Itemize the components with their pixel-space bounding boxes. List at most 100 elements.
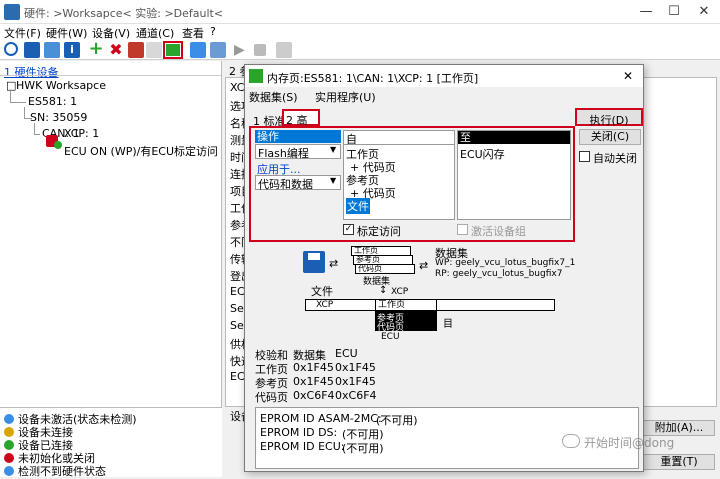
tool-icon[interactable] <box>128 42 144 58</box>
ecu-label: ECU <box>381 332 400 342</box>
connected-icon <box>4 440 14 450</box>
search-icon[interactable] <box>4 42 18 56</box>
checksum-header: ECU <box>335 347 358 360</box>
checksum-cell: 0x1F45 <box>293 375 334 388</box>
menu-help[interactable]: ? <box>210 25 216 38</box>
menu-bar: 文件(F) 硬件(W) 设备(V) 通道(C) 查看 ? <box>0 24 720 40</box>
checksum-cell: 0x1F45 <box>335 375 376 388</box>
diagram-wp: WP: geely_vcu_lotus_bugfix7_1 <box>435 258 576 268</box>
not-connected-icon <box>4 427 14 437</box>
target-list[interactable]: 至 ECU闪存 <box>457 130 571 220</box>
app-icon <box>4 4 20 20</box>
checksum-cell: 0xC6F4 <box>293 389 335 402</box>
toolbar: i + ✖ ▶ <box>0 40 720 60</box>
eprom-value: (不可用) <box>342 442 384 455</box>
info-icon[interactable]: i <box>64 42 80 58</box>
menu-hardware[interactable]: 硬件(W) <box>46 25 87 41</box>
source-item-selected[interactable]: 文件 <box>346 198 370 214</box>
checksum-cell: 0xC6F4 <box>335 389 377 402</box>
window-title: 硬件: >Worksapce< 实验: >Default< <box>24 7 224 20</box>
tree-item-workspace[interactable]: HWK Worksapce <box>16 79 106 92</box>
eprom-id-box: EPROM ID ASAM-2MC: (不可用) EPROM ID DS: (不… <box>255 407 639 469</box>
floppy-disk-icon <box>303 251 325 273</box>
operation-header: 操作 <box>255 130 341 143</box>
config-icon[interactable] <box>146 42 162 58</box>
play-icon[interactable]: ▶ <box>234 42 250 58</box>
dialog-menu-dataset[interactable]: 数据集(S) <box>249 89 298 105</box>
delete-icon[interactable]: ✖ <box>108 42 124 58</box>
stop-icon[interactable] <box>254 44 266 56</box>
watermark: 开始时间@dong <box>584 436 675 450</box>
advanced-panel: 操作 Flash编程 ▼ 应用于... 代码和数据 ▼ 自 工作页 + 代码页 … <box>249 126 575 242</box>
target-header: 至 <box>458 131 570 144</box>
dialog-titlebar: 内存页:ES581: 1\CAN: 1\XCP: 1 [工作页] ✕ <box>245 65 643 87</box>
tree-item-ecu-on[interactable]: ECU ON (WP)/有ECU标定访问 <box>64 143 218 159</box>
checksum-cell: 0x1F45 <box>293 361 334 374</box>
close-button[interactable]: ✕ <box>690 2 718 22</box>
wechat-icon <box>562 434 580 448</box>
monitor-icon[interactable] <box>190 42 206 58</box>
diagram-updown: ↕ <box>379 285 388 296</box>
reset-button[interactable]: 重置(T) <box>643 454 715 470</box>
inactive-icon <box>4 414 14 424</box>
activate-group-checkbox[interactable] <box>457 224 468 235</box>
wand-icon[interactable] <box>276 42 292 58</box>
execute-button[interactable]: 执行(D) <box>575 108 643 127</box>
dialog-close-button[interactable]: 关闭(C) <box>579 129 641 145</box>
tree-root-bullet: □ <box>6 79 17 92</box>
window-titlebar: 硬件: >Worksapce< 实验: >Default< — ☐ ✕ <box>0 0 720 24</box>
auto-close-checkbox[interactable] <box>579 151 590 162</box>
diagram-arrow-right: ⇄ <box>419 259 429 272</box>
data-type-select[interactable]: 代码和数据 ▼ <box>255 175 341 191</box>
diagram-file-label: 文件 <box>311 285 333 298</box>
dialog-menu-utilities[interactable]: 实用程序(U) <box>315 89 376 105</box>
hardware-pane: 1 硬件设备 □ HWK Worksapce ES581: 1 SN: 3505… <box>0 61 222 407</box>
uninitialized-icon <box>4 453 14 463</box>
calib-access-checkbox[interactable]: ✓ <box>343 224 354 235</box>
chevron-down-icon: ▼ <box>330 145 337 154</box>
diagram-side-mark: 目 <box>443 319 453 330</box>
maximize-button[interactable]: ☐ <box>660 2 688 22</box>
add-icon[interactable]: + <box>88 40 104 58</box>
network-icon[interactable] <box>210 42 226 58</box>
tab-advanced[interactable]: 2 高级 <box>282 109 320 143</box>
hardware-pane-title[interactable]: 1 硬件设备 <box>4 64 59 80</box>
diagram-arrow: ⇄ <box>329 257 339 270</box>
status-legend: 设备未激活(状态未检测) 设备未连接 设备已连接 未初始化或关闭 检测不到硬件状… <box>0 407 222 478</box>
disk-icon[interactable] <box>44 42 60 58</box>
checksum-cell: 0x1F45 <box>335 361 376 374</box>
tree-item-es581[interactable]: ES581: 1 <box>28 95 77 108</box>
source-list[interactable]: 自 工作页 + 代码页 参考页 + 代码页 文件 <box>343 130 455 220</box>
stack-code-page: 代码页 <box>355 264 415 274</box>
memory-page-icon <box>249 69 263 83</box>
eprom-label: EPROM ID ASAM-2MC: <box>260 412 382 425</box>
menu-channel[interactable]: 通道(C) <box>136 25 174 41</box>
power-icon[interactable] <box>24 42 40 58</box>
ecu-block: 参考页 代码页 <box>375 311 437 333</box>
checksum-table: 校验和 数据集 ECU 工作页 0x1F45 0x1F45 参考页 0x1F45… <box>255 347 455 404</box>
ecu-work-page: 工作页 <box>375 299 437 311</box>
minimize-button[interactable]: — <box>632 2 660 22</box>
undetectable-icon <box>4 466 14 476</box>
eprom-label: EPROM ID DS: <box>260 426 338 439</box>
auto-close-label: 自动关闭 <box>593 152 637 165</box>
diagram-xcp-small: XCP <box>391 287 409 297</box>
tree-item-sn[interactable]: SN: 35059 <box>30 111 87 124</box>
menu-view[interactable]: 查看 <box>182 25 204 41</box>
operation-select[interactable]: Flash编程 ▼ <box>255 144 341 160</box>
dialog-title: 内存页:ES581: 1\CAN: 1\XCP: 1 [工作页] <box>267 72 479 85</box>
tree-item-xcp[interactable]: XCP: 1 <box>64 127 99 140</box>
diagram-rp: RP: geely_vcu_lotus_bugfix7 <box>435 269 563 279</box>
memory-page-dialog: 内存页:ES581: 1\CAN: 1\XCP: 1 [工作页] ✕ 数据集(S… <box>244 64 644 472</box>
dialog-close-icon[interactable]: ✕ <box>623 69 633 83</box>
memory-diagram: 文件 ⇄ 工作页 参考页 代码页 数据集 数据集 WP: geely_vcu_l… <box>255 246 577 347</box>
checksum-cell: 代码页 <box>255 391 288 404</box>
chevron-down-icon: ▼ <box>330 176 337 185</box>
calib-access-label: 标定访问 <box>357 225 401 238</box>
memory-page-icon <box>166 44 180 56</box>
activate-group-label: 激活设备组 <box>471 225 526 238</box>
memory-page-button[interactable] <box>163 41 183 59</box>
connected-icon <box>54 141 62 149</box>
menu-file[interactable]: 文件(F) <box>4 25 41 41</box>
target-item[interactable]: ECU闪存 <box>460 146 505 162</box>
